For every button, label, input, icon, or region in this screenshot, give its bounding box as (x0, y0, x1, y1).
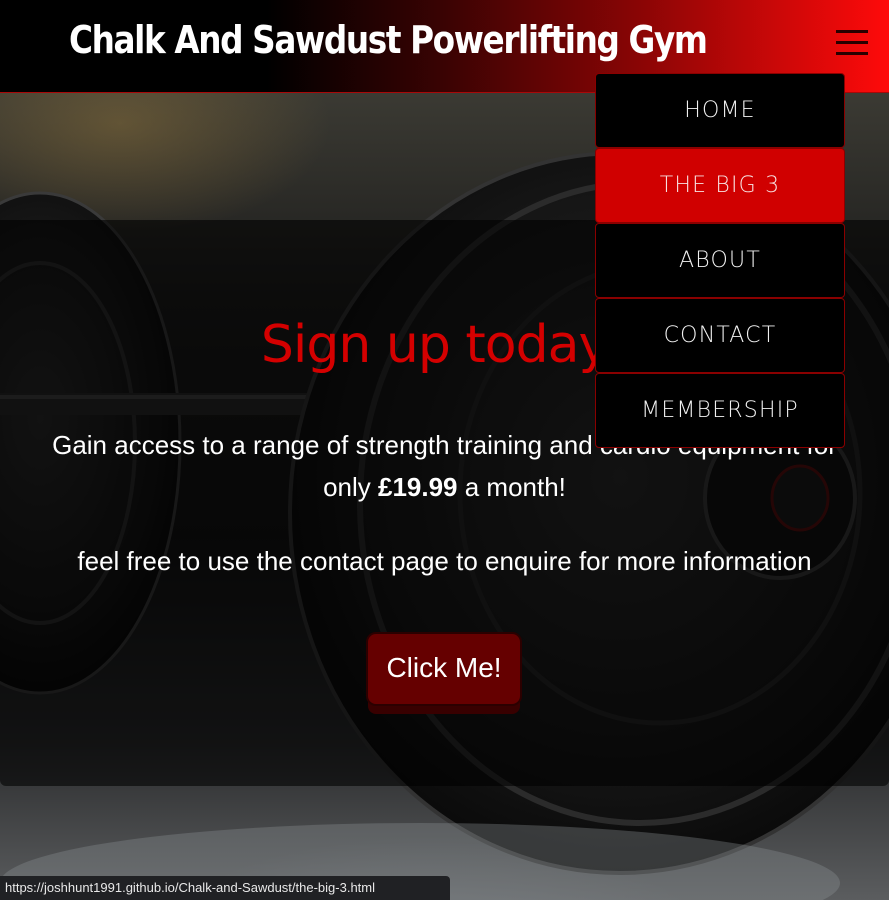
status-bar-url: https://joshhunt1991.github.io/Chalk-and… (0, 876, 450, 900)
nav-dropdown: HOME THE BIG 3 ABOUT CONTACT MEMBERSHIP (595, 73, 845, 448)
signup-description-suffix: a month! (457, 472, 566, 502)
nav-item-the-big-3[interactable]: THE BIG 3 (595, 148, 845, 223)
nav-item-about[interactable]: ABOUT (595, 223, 845, 298)
site-title[interactable]: Chalk And Sawdust Powerlifting Gym (69, 18, 708, 62)
hamburger-menu-icon[interactable] (836, 28, 868, 58)
nav-item-membership[interactable]: MEMBERSHIP (595, 373, 845, 448)
contact-note: feel free to use the contact page to enq… (77, 546, 812, 576)
nav-item-contact[interactable]: CONTACT (595, 298, 845, 373)
click-me-button[interactable]: Click Me! (366, 632, 522, 706)
membership-price: £19.99 (377, 472, 458, 502)
nav-item-home[interactable]: HOME (595, 73, 845, 148)
